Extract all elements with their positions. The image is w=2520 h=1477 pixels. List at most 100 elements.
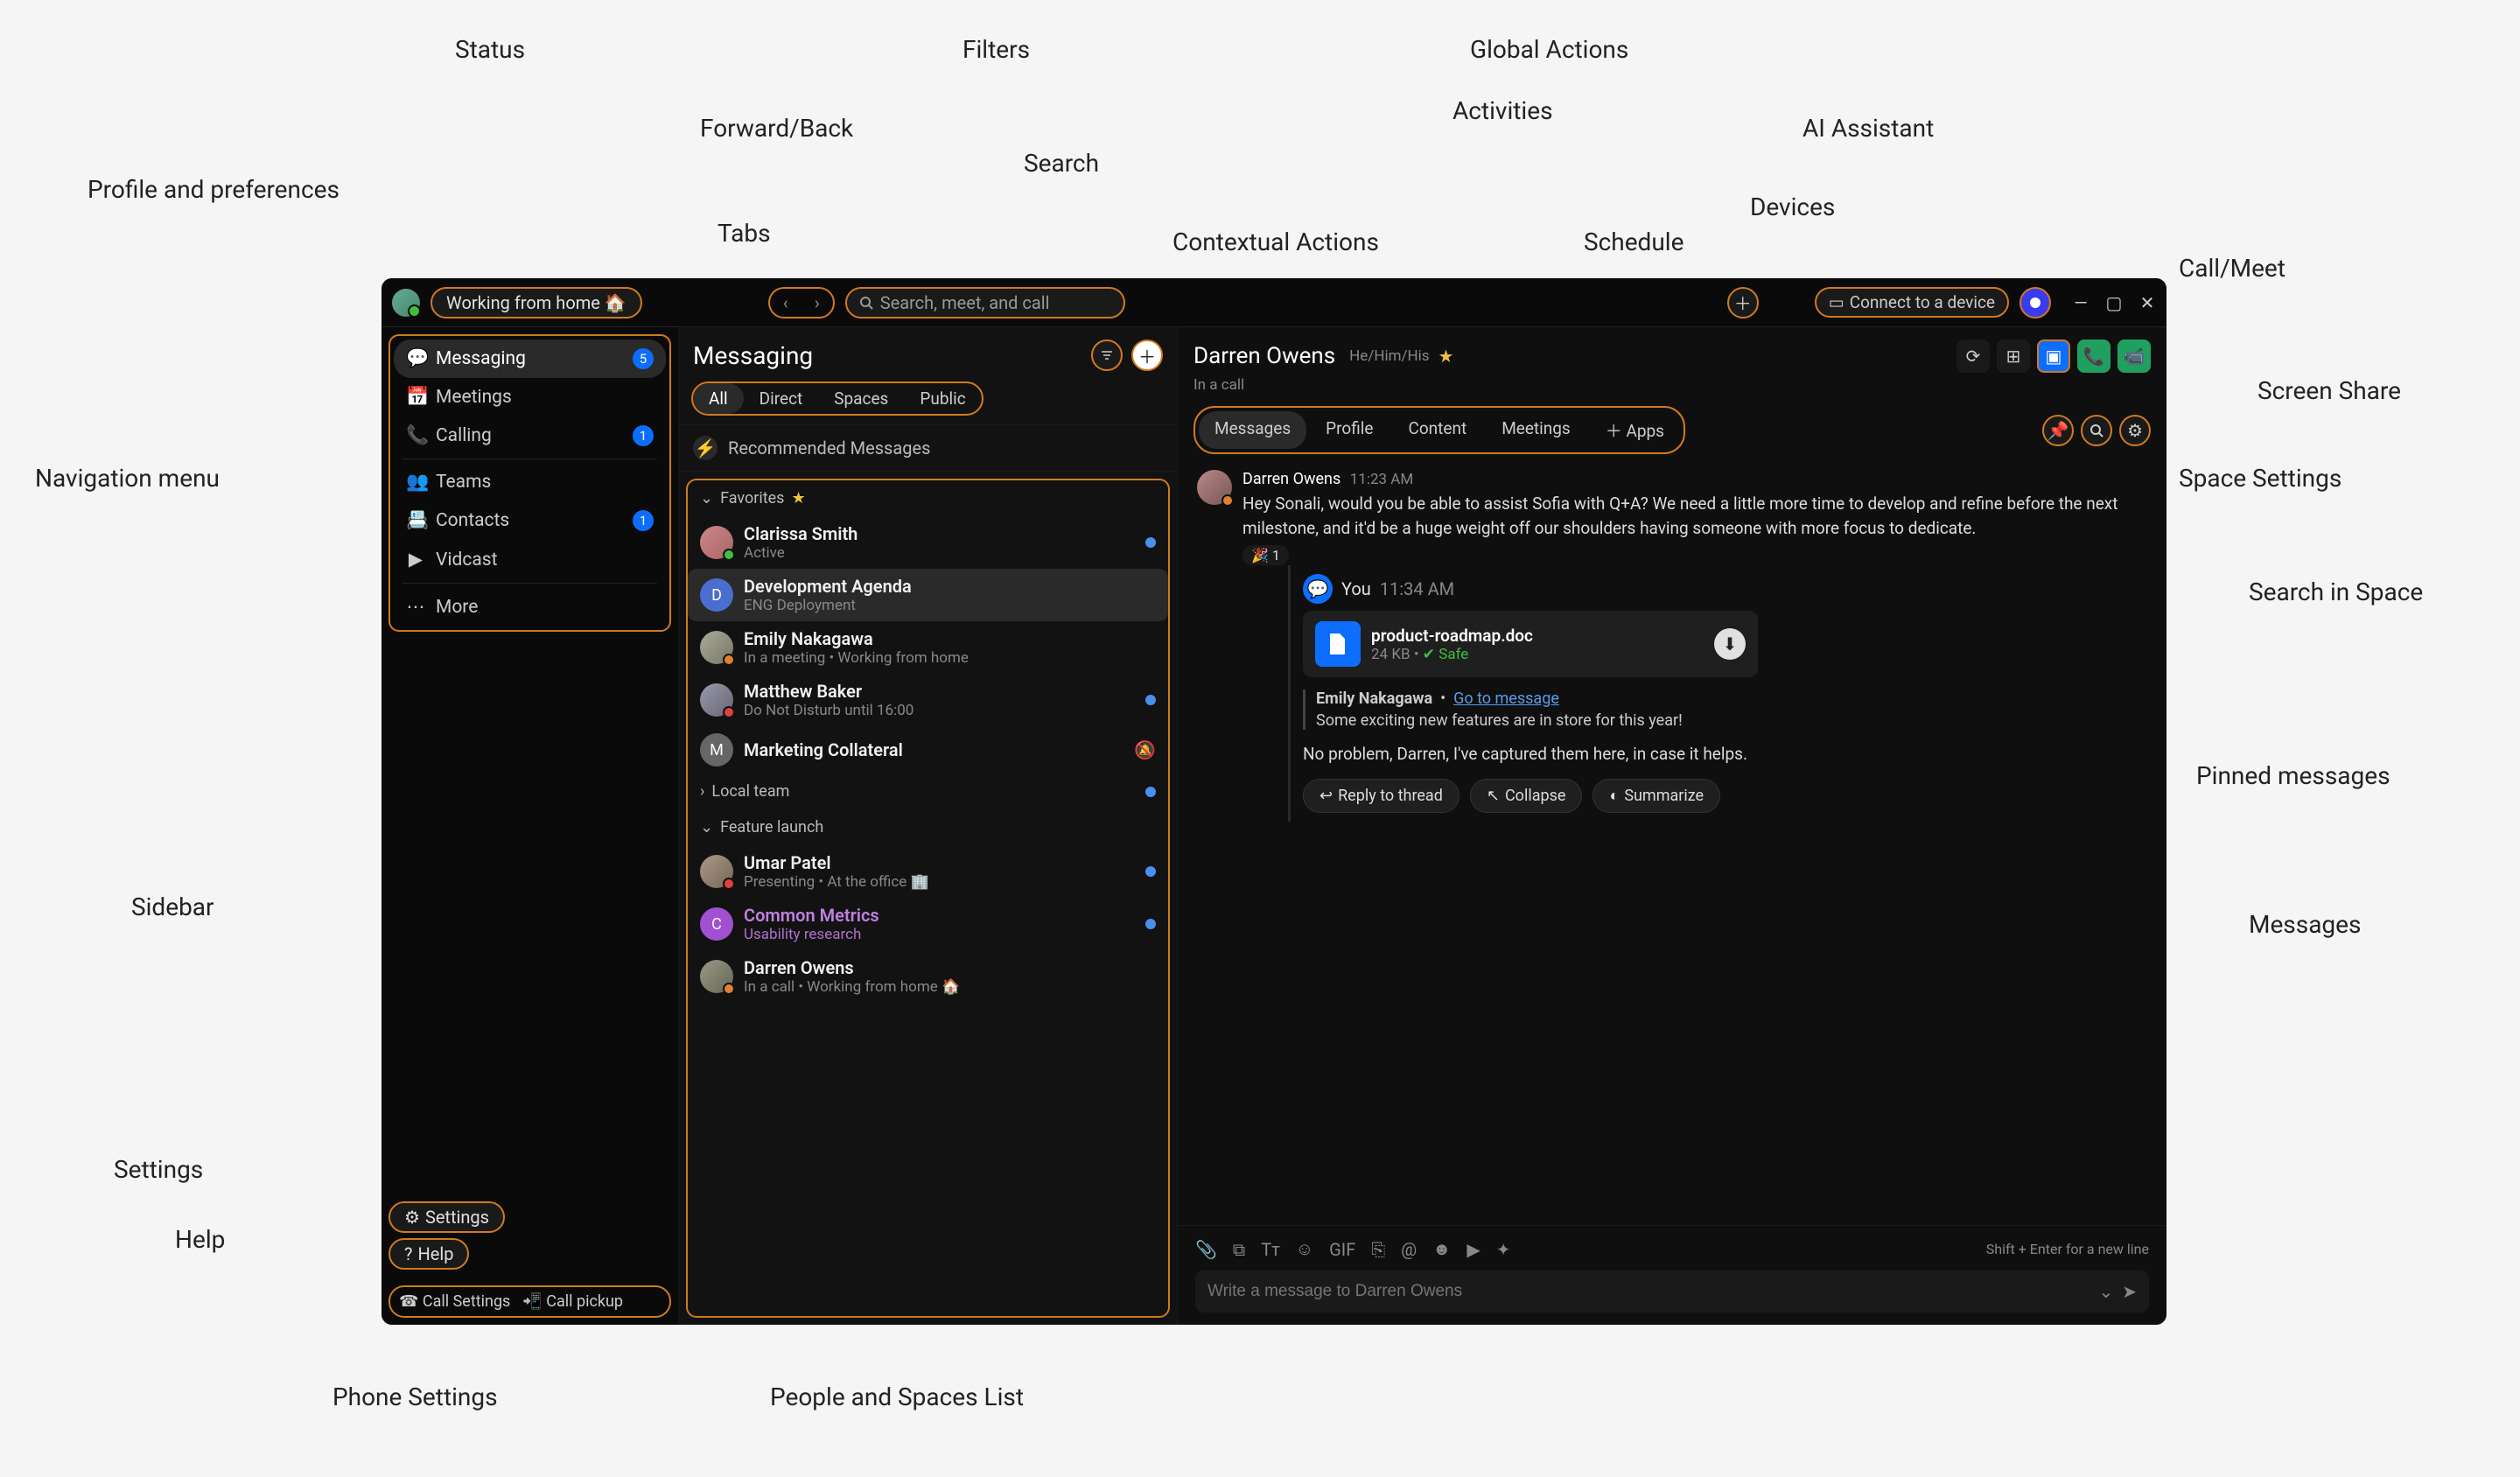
gear-icon: ⚙ <box>404 1207 420 1228</box>
settings-button[interactable]: ⚙ Settings <box>388 1201 505 1233</box>
nav-item-vidcast[interactable]: ▶ Vidcast <box>394 540 666 579</box>
global-add-button[interactable]: ＋ <box>1727 287 1759 318</box>
conversation-header: Darren Owens He/Him/His ★ ⟳ ⊞ ▣ 📞 📹 <box>1178 327 2166 376</box>
nav-back-forward: ‹ › <box>768 287 835 318</box>
pinned-messages-button[interactable]: 📌 <box>2042 415 2074 446</box>
nav-item-contacts[interactable]: 📇 Contacts 1 <box>394 501 666 540</box>
bitmoji-icon[interactable]: ☻ <box>1432 1238 1451 1260</box>
annot-fwdback: Forward/Back <box>700 114 853 143</box>
avatar[interactable] <box>1197 470 1232 505</box>
tab-profile[interactable]: Profile <box>1310 411 1389 449</box>
help-button[interactable]: ? Help <box>388 1238 469 1270</box>
nav-back-button[interactable]: ‹ <box>770 289 802 317</box>
status-text: Working from home 🏠 <box>446 292 626 313</box>
list-item[interactable]: Darren Owens In a call • Working from ho… <box>688 950 1168 1003</box>
window-controls: — ▢ ✕ <box>2072 292 2156 313</box>
ai-icon[interactable]: ✦ <box>1496 1239 1511 1260</box>
search-input[interactable]: Search, meet, and call <box>845 287 1125 318</box>
markdown-icon[interactable]: ⎘ <box>1371 1239 1385 1260</box>
profile-avatar[interactable] <box>392 289 420 317</box>
emoji-icon[interactable]: ☺ <box>1296 1238 1313 1260</box>
star-icon: ★ <box>791 489 805 508</box>
attach-icon[interactable]: 📎 <box>1195 1239 1217 1260</box>
annot-ctxactions: Contextual Actions <box>1172 228 1379 256</box>
msg-text: Hey Sonali, would you be able to assist … <box>1242 492 2147 540</box>
nav-forward-button[interactable]: › <box>802 289 833 317</box>
reply-time: 11:34 AM <box>1380 578 1454 599</box>
section-featurelaunch[interactable]: ⌄ Feature launch <box>688 809 1168 845</box>
list-item[interactable]: C Common Metrics Usability research <box>688 898 1168 950</box>
video-call-button[interactable]: 📹 <box>2118 340 2151 373</box>
audio-call-button[interactable]: 📞 <box>2077 340 2110 373</box>
tab-meetings[interactable]: Meetings <box>1486 411 1586 449</box>
nav-item-calling[interactable]: 📞 Calling 1 <box>394 416 666 455</box>
gif-icon[interactable]: GIF <box>1329 1239 1355 1260</box>
list-item[interactable]: Emily Nakagawa In a meeting • Working fr… <box>688 621 1168 674</box>
tab-direct[interactable]: Direct <box>744 383 819 414</box>
favorite-star-icon[interactable]: ★ <box>1438 346 1454 367</box>
format-icon[interactable]: Tт <box>1261 1239 1280 1260</box>
search-space-button[interactable] <box>2081 415 2112 446</box>
nav-item-meetings[interactable]: 📅 Meetings <box>394 378 666 416</box>
spaces-list-panel: Messaging ＋ All Direct Spaces Public ⚡ R… <box>679 327 1178 1325</box>
schedule-button[interactable]: ⟳ <box>1956 340 1990 373</box>
unread-dot <box>1145 787 1156 797</box>
section-favorites[interactable]: ⌄ Favorites ★ <box>688 480 1168 516</box>
filesize: 24 KB <box>1371 646 1410 663</box>
annot-profile: Profile and preferences <box>88 175 340 204</box>
connect-device-button[interactable]: ▭ Connect to a device <box>1815 287 2009 318</box>
send-button[interactable]: ➤ <box>2122 1281 2137 1302</box>
expand-button[interactable]: ⌄ <box>2098 1281 2113 1302</box>
celebration-icon: 🎉 <box>1251 547 1269 564</box>
mention-icon[interactable]: @ <box>1401 1239 1417 1260</box>
collapse-button[interactable]: ↖ Collapse <box>1470 779 1583 813</box>
screen-capture-icon[interactable]: ⧉ <box>1233 1239 1245 1260</box>
space-settings-button[interactable]: ⚙ <box>2119 415 2151 446</box>
screenshare-button[interactable]: ▣ <box>2037 340 2070 373</box>
download-button[interactable]: ⬇ <box>1714 628 1746 660</box>
list-item[interactable]: D Development Agenda ENG Deployment <box>688 569 1168 621</box>
tab-all[interactable]: All <box>693 383 744 414</box>
composer-hint: Shift + Enter for a new line <box>1986 1241 2149 1257</box>
tab-addapps[interactable]: ＋ Apps <box>1590 411 1680 449</box>
reply-thread-button[interactable]: ↩ Reply to thread <box>1303 779 1460 813</box>
section-localteam[interactable]: › Local team <box>688 774 1168 809</box>
filter-button[interactable] <box>1091 340 1123 371</box>
annot-schedule: Schedule <box>1584 228 1684 256</box>
window-maximize[interactable]: ▢ <box>2105 292 2123 313</box>
panel-title: Messaging <box>693 341 1082 370</box>
unread-dot <box>1145 919 1156 929</box>
window-minimize[interactable]: — <box>2072 292 2090 313</box>
tab-spaces[interactable]: Spaces <box>818 383 904 414</box>
recommended-messages[interactable]: ⚡ Recommended Messages <box>679 424 1177 472</box>
list-item[interactable]: M Marketing Collateral 🔕 <box>688 726 1168 774</box>
nav-label: More <box>436 597 478 618</box>
list-item[interactable]: Matthew Baker Do Not Disturb until 16:00 <box>688 674 1168 726</box>
window-close[interactable]: ✕ <box>2138 292 2156 313</box>
nav-item-teams[interactable]: 👥 Teams <box>394 463 666 501</box>
nav-item-more[interactable]: ⋯ More <box>394 587 666 626</box>
call-settings-button[interactable]: ☎ Call Settings <box>399 1292 510 1311</box>
ai-assistant-button[interactable] <box>2020 287 2051 318</box>
annot-filters: Filters <box>962 35 1030 64</box>
list-item[interactable]: Clarissa Smith Active <box>688 516 1168 569</box>
reaction-badge[interactable]: 🎉 1 <box>1242 545 1289 565</box>
summarize-button[interactable]: ◐ Summarize <box>1592 779 1720 813</box>
nav-label: Calling <box>436 425 492 446</box>
video-icon[interactable]: ▶ <box>1466 1239 1480 1260</box>
nav-label: Teams <box>436 472 491 493</box>
status-pill[interactable]: Working from home 🏠 <box>430 287 642 318</box>
call-pickup-button[interactable]: 📲 Call pickup <box>522 1292 623 1311</box>
teams-icon: 👥 <box>406 472 425 493</box>
tab-content[interactable]: Content <box>1392 411 1482 449</box>
file-attachment[interactable]: product-roadmap.doc 24 KB • ✔ Safe ⬇ <box>1303 611 1758 677</box>
bottom-nav: ⚙ Settings ? Help <box>382 1189 678 1282</box>
message-input[interactable] <box>1208 1282 2090 1301</box>
tab-messages[interactable]: Messages <box>1199 411 1306 449</box>
nav-item-messaging[interactable]: 💬 Messaging 5 <box>394 340 666 378</box>
new-space-button[interactable]: ＋ <box>1131 340 1163 371</box>
goto-message-link[interactable]: Go to message <box>1453 690 1559 708</box>
tab-public[interactable]: Public <box>904 383 981 414</box>
list-item[interactable]: Umar Patel Presenting • At the office 🏢 <box>688 845 1168 898</box>
activities-button[interactable]: ⊞ <box>1997 340 2030 373</box>
